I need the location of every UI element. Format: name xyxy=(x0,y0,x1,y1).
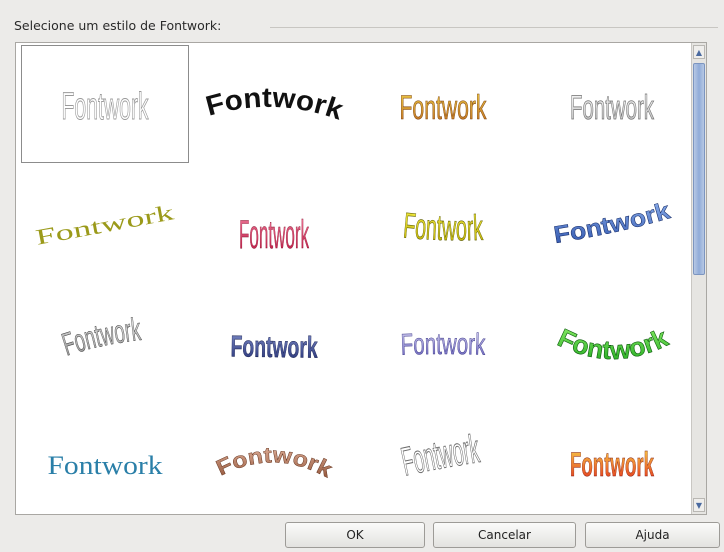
fontwork-style-gray-3d-curve[interactable]: Fontwork xyxy=(21,281,189,399)
fontwork-sample-text: Fontwork xyxy=(34,199,176,249)
fontwork-preview: Fontwork xyxy=(61,86,150,129)
fontwork-grid: Fontwork Fontwork Fontwork Fontwork Fontwork… xyxy=(21,45,697,514)
fontwork-preview: Fontwork xyxy=(399,89,488,128)
fontwork-sample-text: Fontwork xyxy=(552,197,674,249)
fontwork-sample-text: Fontwork xyxy=(400,328,486,362)
fontwork-preview: Fontwork xyxy=(570,89,655,128)
fontwork-style-brown-arch[interactable]: Fontwork xyxy=(190,399,358,514)
fontwork-style-blue-rise[interactable]: Fontwork xyxy=(528,163,696,281)
group-divider xyxy=(270,27,718,28)
scroll-down-button[interactable]: ▼ xyxy=(693,498,705,512)
fontwork-preview: Fontwork xyxy=(34,199,176,249)
fontwork-preview: Fontwork xyxy=(202,82,347,126)
fontwork-style-navy-3d[interactable]: Fontwork xyxy=(190,281,358,399)
ok-button[interactable]: OK xyxy=(285,522,425,548)
fontwork-preview: Fontwork xyxy=(570,446,655,485)
vertical-scrollbar[interactable]: ▲ ▼ xyxy=(691,43,706,514)
fontwork-preview: Fontwork xyxy=(57,311,143,363)
fontwork-preview: Fontwork xyxy=(553,322,673,366)
scroll-thumb[interactable] xyxy=(693,63,705,275)
fontwork-sample-text: Fontwork xyxy=(58,311,143,363)
cancel-button[interactable]: Cancelar xyxy=(433,522,576,548)
fontwork-sample-text: Fontwork xyxy=(239,213,309,257)
fontwork-preview: Fontwork xyxy=(48,451,163,480)
fontwork-sample-text: Fontwork xyxy=(202,82,347,126)
scroll-up-button[interactable]: ▲ xyxy=(693,45,705,59)
fontwork-sample-text: Fontwork xyxy=(400,89,488,127)
fontwork-gallery[interactable]: Fontwork Fontwork Fontwork Fontwork Fontwork… xyxy=(15,42,707,515)
fontwork-preview: Fontwork xyxy=(397,427,483,485)
fontwork-sample-text: Fontwork xyxy=(402,204,484,248)
fontwork-sample-text: Fontwork xyxy=(398,427,483,484)
fontwork-preview: Fontwork xyxy=(552,197,674,249)
fontwork-style-gray-fan[interactable]: Fontwork xyxy=(359,399,527,514)
fontwork-preview: Fontwork xyxy=(212,442,337,483)
fontwork-style-gold-gradient[interactable]: Fontwork xyxy=(359,45,527,163)
fontwork-preview: Fontwork xyxy=(230,330,318,365)
fontwork-sample-text: Fontwork xyxy=(62,86,150,128)
fontwork-preview: Fontwork xyxy=(239,213,310,257)
fontwork-style-green-arc[interactable]: Fontwork xyxy=(528,281,696,399)
fontwork-sample-text: Fontwork xyxy=(230,330,318,364)
fontwork-style-pink-perspective[interactable]: Fontwork xyxy=(190,163,358,281)
fontwork-preview: Fontwork xyxy=(401,204,484,248)
fontwork-style-yellow-wave[interactable]: Fontwork xyxy=(359,163,527,281)
fontwork-sample-text: Fontwork xyxy=(48,451,163,480)
fontwork-style-teal-plain[interactable]: Fontwork xyxy=(21,399,189,514)
fontwork-style-purple-bulge[interactable]: Fontwork xyxy=(359,281,527,399)
fontwork-style-silver-outline[interactable]: Fontwork xyxy=(528,45,696,163)
gallery-group-label: Selecione um estilo de Fontwork: xyxy=(14,18,228,33)
fontwork-style-outline-gray[interactable]: Fontwork xyxy=(21,45,189,163)
fontwork-preview: Fontwork xyxy=(400,328,487,362)
fontwork-sample-text: Fontwork xyxy=(212,442,337,483)
fontwork-sample-text: Fontwork xyxy=(570,446,654,484)
fontwork-style-red-orange-gradient[interactable]: Fontwork xyxy=(528,399,696,514)
arrow-down-icon: ▼ xyxy=(695,500,703,510)
fontwork-style-black-arch[interactable]: Fontwork xyxy=(190,45,358,163)
fontwork-style-olive-slant[interactable]: Fontwork xyxy=(21,163,189,281)
fontwork-sample-text: Fontwork xyxy=(570,89,655,127)
fontwork-sample-text: Fontwork xyxy=(553,322,673,365)
help-button[interactable]: Ajuda xyxy=(585,522,720,548)
arrow-up-icon: ▲ xyxy=(695,47,703,57)
